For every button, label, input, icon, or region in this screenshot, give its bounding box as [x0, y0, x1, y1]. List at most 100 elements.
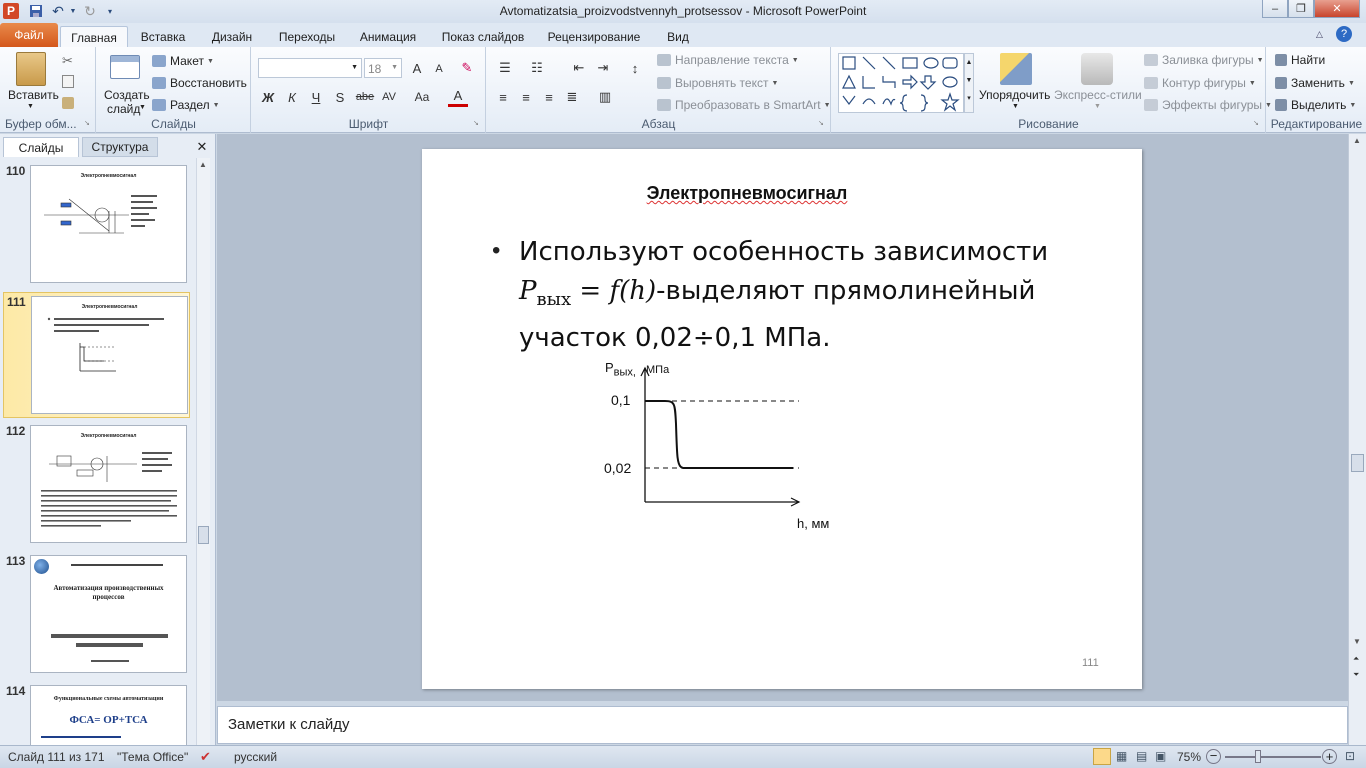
spellcheck-icon[interactable]: ✔ — [200, 749, 211, 765]
zoom-out-icon[interactable]: − — [1206, 749, 1221, 764]
underline-button[interactable]: Ч — [306, 87, 326, 107]
tab-slides-panel[interactable]: Слайды — [3, 137, 79, 157]
bold-button[interactable]: Ж — [258, 87, 278, 107]
shapes-gallery-more-icon[interactable]: ▲ ▼ ▾ — [964, 53, 974, 113]
font-name-dropdown-icon[interactable]: ▼ — [351, 64, 358, 71]
convert-smartart-button[interactable]: Преобразовать в SmartArt ▼ — [657, 98, 831, 112]
select-button[interactable]: Выделить ▼ — [1275, 98, 1356, 112]
slide-title[interactable]: Электропневмосигнал — [422, 183, 1072, 204]
language[interactable]: русский — [234, 750, 277, 764]
shadow-button[interactable]: S — [330, 87, 350, 107]
replace-button[interactable]: Заменить ▼ — [1275, 76, 1355, 90]
previous-slide-icon[interactable]: ⏶ — [1353, 654, 1359, 664]
main-scrollbar[interactable]: ▲ ▼ ⏶ ⏷ — [1348, 134, 1366, 745]
fit-to-window-icon[interactable]: ⊡ — [1345, 749, 1355, 763]
paste-dropdown-icon[interactable]: ▼ — [27, 103, 34, 110]
align-left-icon[interactable]: ≡ — [493, 87, 513, 107]
format-painter-icon[interactable] — [62, 97, 74, 109]
quick-styles-button[interactable]: Экспресс-стили — [1054, 88, 1142, 102]
shrink-font-icon[interactable]: A — [429, 59, 449, 79]
quick-styles-dropdown-icon[interactable]: ▼ — [1094, 103, 1101, 110]
zoom-level[interactable]: 75% — [1177, 750, 1201, 764]
slide-thumbnail-114[interactable]: 114 Функциональные схемы автоматизации Ф… — [0, 682, 210, 745]
tab-transitions[interactable]: Переходы — [272, 26, 342, 47]
scroll-thumb[interactable] — [198, 526, 209, 544]
maximize-button[interactable]: ❐ — [1288, 0, 1314, 18]
current-slide[interactable]: Электропневмосигнал • Используют особенн… — [422, 149, 1142, 689]
font-size-dropdown-icon[interactable]: ▼ — [391, 64, 398, 71]
reset-button[interactable]: Восстановить — [152, 76, 247, 90]
close-panel-icon[interactable]: ✕ — [192, 137, 212, 157]
clipboard-launcher-icon[interactable]: ↘ — [84, 119, 90, 127]
cut-icon[interactable]: ✂ — [62, 53, 73, 69]
new-slide-button[interactable]: Создать — [104, 88, 150, 102]
tab-design[interactable]: Дизайн — [203, 26, 261, 47]
theme-name[interactable]: "Тема Office" — [117, 750, 188, 764]
tab-view[interactable]: Вид — [660, 26, 696, 47]
slide-sorter-icon[interactable]: ▦ — [1116, 749, 1127, 763]
next-slide-icon[interactable]: ⏷ — [1353, 670, 1359, 680]
shape-effects-button[interactable]: Эффекты фигуры ▼ — [1144, 98, 1272, 112]
arrange-button[interactable]: Упорядочить — [979, 88, 1050, 102]
find-button[interactable]: Найти — [1275, 53, 1325, 67]
scroll-up-icon[interactable]: ▲ — [1353, 136, 1361, 145]
zoom-in-icon[interactable]: + — [1322, 749, 1337, 764]
normal-view-icon[interactable] — [1093, 748, 1111, 765]
shape-outline-button[interactable]: Контур фигуры ▼ — [1144, 76, 1256, 90]
tab-outline-panel[interactable]: Структура — [82, 137, 158, 157]
layout-button[interactable]: Макет ▼ — [152, 54, 214, 68]
minimize-ribbon-icon[interactable]: △ — [1316, 29, 1323, 40]
scroll-down-icon[interactable]: ▼ — [1353, 637, 1361, 646]
text-direction-button[interactable]: Направление текста ▼ — [657, 53, 799, 67]
zoom-slider[interactable] — [1225, 756, 1321, 758]
copy-icon[interactable] — [62, 75, 74, 88]
notes-pane[interactable]: Заметки к слайду — [217, 706, 1348, 744]
character-spacing-button[interactable]: AV — [379, 87, 399, 107]
new-slide-button-line2[interactable]: слайд — [107, 102, 140, 116]
bullets-icon[interactable]: ☰ — [495, 58, 515, 78]
paste-button[interactable]: Вставить — [8, 88, 59, 102]
align-right-icon[interactable]: ≡ — [539, 87, 559, 107]
reading-view-icon[interactable]: ▤ — [1136, 749, 1147, 763]
shape-fill-button[interactable]: Заливка фигуры ▼ — [1144, 53, 1264, 67]
scroll-up-icon[interactable]: ▲ — [199, 160, 207, 169]
tab-insert[interactable]: Вставка — [133, 26, 193, 47]
slide-thumbnail-111[interactable]: 111 Электропневмосигнал — [3, 292, 190, 418]
slideshow-view-icon[interactable]: ▣ — [1155, 749, 1166, 763]
slide-thumbnail-113[interactable]: 113 Автоматизация производственных проце… — [0, 552, 210, 678]
section-button[interactable]: Раздел ▼ — [152, 98, 220, 112]
file-tab[interactable]: Файл — [0, 23, 58, 47]
justify-icon[interactable]: ≣ — [562, 87, 582, 107]
paragraph-launcher-icon[interactable]: ↘ — [818, 119, 824, 127]
font-size-input[interactable]: 18 ▼ — [364, 58, 402, 78]
slide-thumbnail-110[interactable]: 110 Электропневмосигнал — [0, 162, 210, 288]
drawing-launcher-icon[interactable]: ↘ — [1253, 119, 1259, 127]
increase-indent-icon[interactable]: ⇥ — [593, 58, 613, 78]
italic-button[interactable]: К — [282, 87, 302, 107]
decrease-indent-icon[interactable]: ⇤ — [569, 58, 589, 78]
change-case-button[interactable]: Aa — [409, 87, 435, 107]
align-text-button[interactable]: Выровнять текст ▼ — [657, 76, 778, 90]
line-spacing-icon[interactable]: ↕ — [625, 58, 645, 78]
font-color-button[interactable]: A — [448, 87, 468, 107]
strikethrough-button[interactable]: abe — [352, 87, 378, 107]
font-launcher-icon[interactable]: ↘ — [473, 119, 479, 127]
panel-scrollbar[interactable]: ▲ — [196, 158, 210, 745]
scroll-thumb[interactable] — [1351, 454, 1364, 472]
numbering-icon[interactable]: ☷ — [527, 58, 547, 78]
new-slide-dropdown-icon[interactable]: ▼ — [139, 104, 146, 111]
minimize-button[interactable]: – — [1262, 0, 1288, 18]
tab-animation[interactable]: Анимация — [352, 26, 424, 47]
arrange-dropdown-icon[interactable]: ▼ — [1012, 103, 1019, 110]
bullet-text[interactable]: Используют особенность зависимости Pвых … — [519, 233, 1119, 358]
align-center-icon[interactable]: ≡ — [516, 87, 536, 107]
font-name-input[interactable]: ▼ — [258, 58, 362, 78]
columns-icon[interactable]: ▥ — [595, 87, 615, 107]
shapes-gallery[interactable] — [838, 53, 964, 113]
help-icon[interactable]: ? — [1336, 26, 1352, 42]
slide-thumbnail-112[interactable]: 112 Электропневмосигнал — [0, 422, 210, 548]
tab-slideshow[interactable]: Показ слайдов — [436, 26, 530, 47]
zoom-slider-thumb[interactable] — [1255, 750, 1261, 763]
tab-home[interactable]: Главная — [60, 26, 128, 47]
clear-formatting-icon[interactable]: ✎ — [457, 58, 477, 78]
